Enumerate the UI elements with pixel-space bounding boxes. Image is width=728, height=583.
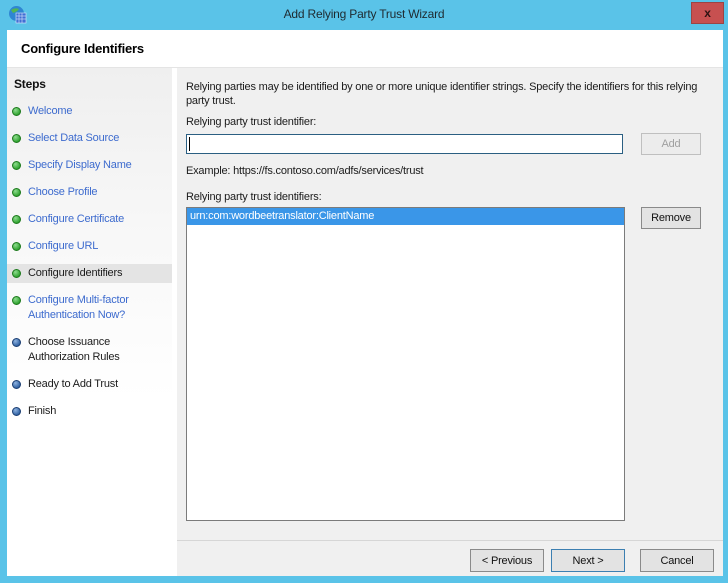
step-specify-display-name[interactable]: Specify Display Name xyxy=(7,156,172,175)
close-button[interactable]: x xyxy=(691,2,724,24)
step-label: Welcome xyxy=(28,105,73,117)
step-label: Finish xyxy=(28,405,57,417)
footer-bar: < Previous Next > Cancel xyxy=(177,540,723,576)
identifier-input-label: Relying party trust identifier: xyxy=(186,116,317,128)
step-configure-multifactor[interactable]: Configure Multi-factor Authentication No… xyxy=(7,291,172,325)
step-status-dot xyxy=(12,338,21,347)
step-status-dot xyxy=(12,407,21,416)
description-text: Relying parties may be identified by one… xyxy=(186,81,698,107)
step-status-dot xyxy=(12,188,21,197)
step-label: Configure URL xyxy=(28,240,99,252)
cancel-button[interactable]: Cancel xyxy=(640,549,714,572)
step-status-dot xyxy=(12,296,21,305)
step-status-dot xyxy=(12,269,21,278)
step-select-data-source[interactable]: Select Data Source xyxy=(7,129,172,148)
identifiers-list-label: Relying party trust identifiers: xyxy=(186,191,322,203)
step-label: Specify Display Name xyxy=(28,159,132,171)
page-header: Configure Identifiers xyxy=(7,30,723,68)
steps-list: Welcome Select Data Source Specify Displ… xyxy=(7,102,172,421)
identifier-list-item[interactable]: urn:com:wordbeetranslator:ClientName xyxy=(187,208,624,225)
next-button[interactable]: Next > xyxy=(551,549,625,572)
page-title: Configure Identifiers xyxy=(21,41,144,56)
step-label: Select Data Source xyxy=(28,132,120,144)
window-title: Add Relying Party Trust Wizard xyxy=(283,7,445,21)
step-choose-profile[interactable]: Choose Profile xyxy=(7,183,172,202)
identifiers-listbox[interactable]: urn:com:wordbeetranslator:ClientName xyxy=(186,207,625,521)
step-status-dot xyxy=(12,161,21,170)
step-label: Ready to Add Trust xyxy=(28,378,118,390)
step-status-dot xyxy=(12,215,21,224)
step-welcome[interactable]: Welcome xyxy=(7,102,172,121)
step-label: Choose Profile xyxy=(28,186,98,198)
previous-button[interactable]: < Previous xyxy=(470,549,544,572)
step-configure-url[interactable]: Configure URL xyxy=(7,237,172,256)
title-bar: Add Relying Party Trust Wizard x xyxy=(0,0,728,30)
step-finish: Finish xyxy=(7,402,172,421)
remove-button[interactable]: Remove xyxy=(641,207,701,229)
step-status-dot xyxy=(12,107,21,116)
example-text: Example: https://fs.contoso.com/adfs/ser… xyxy=(186,165,424,177)
step-choose-issuance-rules: Choose Issuance Authorization Rules xyxy=(7,333,172,367)
step-label: Choose Issuance Authorization Rules xyxy=(28,336,120,363)
step-configure-identifiers[interactable]: Configure Identifiers xyxy=(7,264,172,283)
wizard-window: Add Relying Party Trust Wizard x Configu… xyxy=(0,0,728,583)
step-label: Configure Multi-factor Authentication No… xyxy=(28,294,129,321)
step-configure-certificate[interactable]: Configure Certificate xyxy=(7,210,172,229)
identifier-input[interactable] xyxy=(186,134,623,154)
main-content: Relying parties may be identified by one… xyxy=(177,68,723,540)
step-label: Configure Certificate xyxy=(28,213,125,225)
step-label: Configure Identifiers xyxy=(28,267,123,279)
add-button[interactable]: Add xyxy=(641,133,701,155)
steps-heading: Steps xyxy=(14,77,46,91)
step-ready-to-add-trust: Ready to Add Trust xyxy=(7,375,172,394)
step-status-dot xyxy=(12,380,21,389)
steps-sidebar: Steps Welcome Select Data Source Specify… xyxy=(7,68,177,576)
step-status-dot xyxy=(12,134,21,143)
text-cursor xyxy=(189,137,190,151)
step-status-dot xyxy=(12,242,21,251)
